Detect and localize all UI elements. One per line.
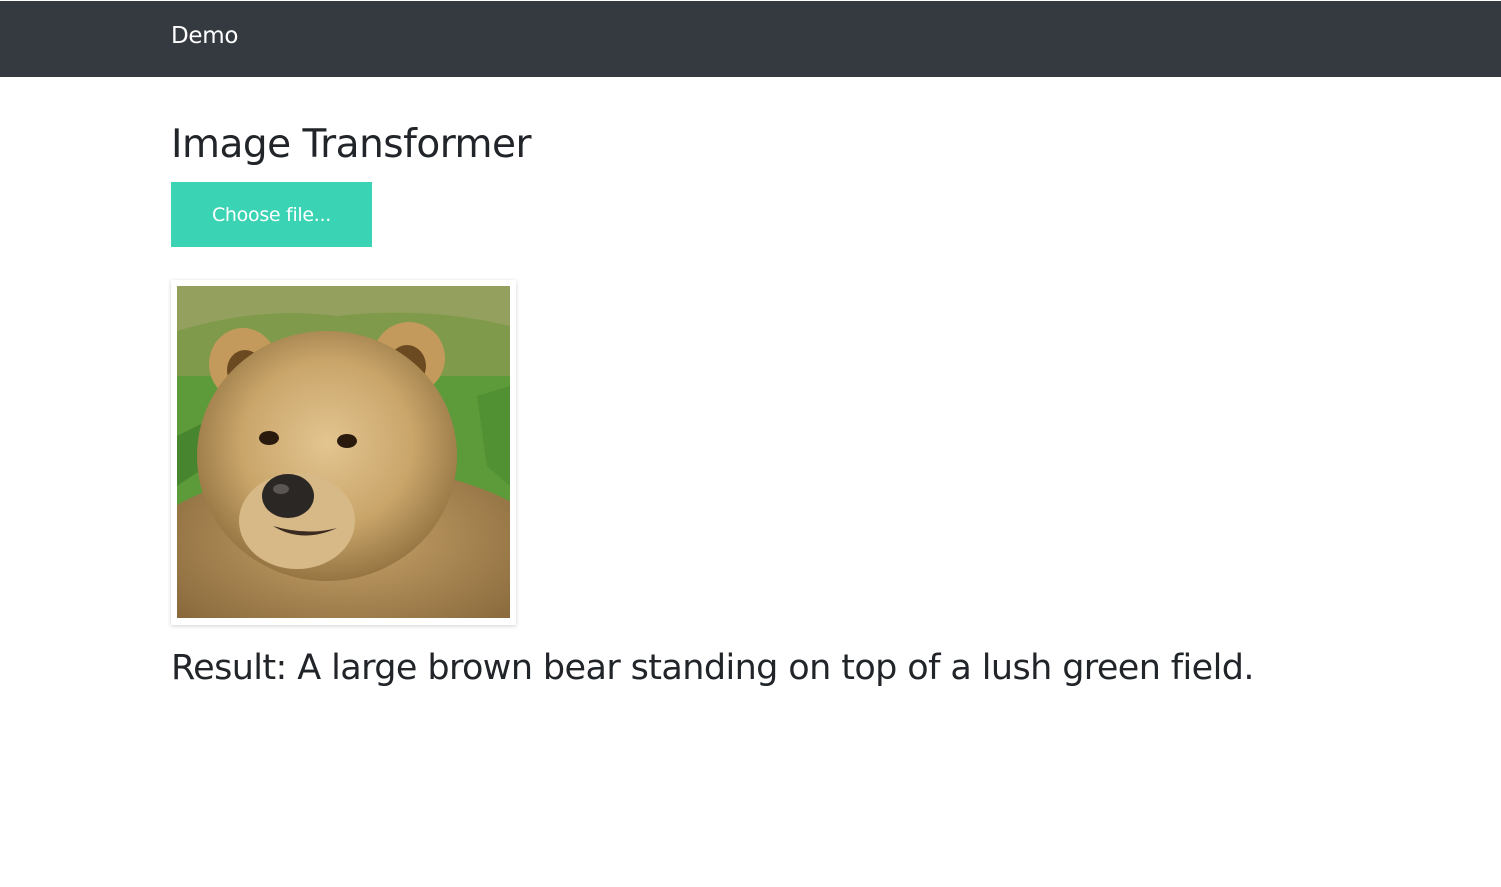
page-title: Image Transformer — [171, 122, 532, 167]
bear-photo — [177, 286, 510, 618]
result-caption: Result: A large brown bear standing on t… — [171, 648, 1254, 688]
uploaded-image-thumbnail — [171, 280, 516, 625]
brand-link[interactable]: Demo — [171, 23, 238, 49]
top-navbar: Demo — [0, 1, 1501, 77]
choose-file-button[interactable]: Choose file... — [171, 182, 372, 247]
